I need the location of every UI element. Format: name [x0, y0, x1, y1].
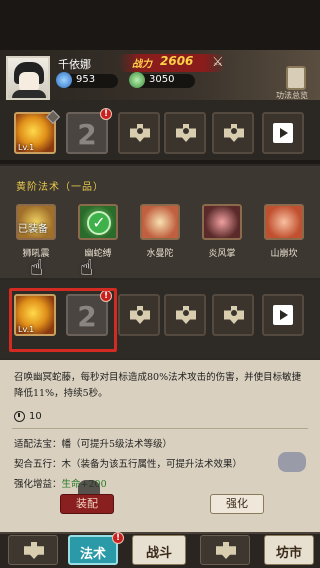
power-value: 2606 — [160, 54, 194, 68]
tutorial-highlight-frame — [9, 288, 117, 352]
bottom-locked-slot-4[interactable] — [164, 294, 206, 336]
slot-2-number: 2 — [77, 118, 97, 151]
combat-power: 战力 2606 — [118, 54, 226, 72]
nav-alert-badge: ! — [112, 532, 124, 544]
locked-slot-3[interactable] — [118, 112, 160, 154]
skill-level: Lv.1 — [18, 143, 35, 152]
locked-slot-4[interactable] — [164, 112, 206, 154]
seal-stamp-icon — [278, 452, 306, 472]
bottom-locked-slot-3[interactable] — [118, 294, 160, 336]
avatar[interactable] — [6, 56, 50, 100]
nav-market-label: 坊市 — [275, 546, 302, 561]
crossed-swords-icon: ⚔ — [212, 55, 224, 70]
nav-tab-battle[interactable]: 战斗 — [132, 535, 186, 565]
video-play-icon-bottom — [273, 305, 293, 325]
avatar-body — [12, 90, 46, 98]
attr-label: 强化增益： — [14, 479, 62, 490]
resource-2-value: 3050 — [149, 74, 175, 85]
bottom-video-slot[interactable] — [262, 294, 304, 336]
alert-badge: ! — [100, 108, 112, 120]
player-name: 千依娜 — [58, 58, 91, 71]
divider — [0, 160, 320, 164]
scroll-book-icon[interactable] — [286, 66, 306, 90]
category-title: 黄阶法术（一品） — [16, 182, 104, 193]
resource-spirit-stone: 953 — [56, 72, 118, 88]
nav-locked-1[interactable] — [8, 535, 58, 565]
nav-locked-2[interactable] — [200, 535, 250, 565]
game-screen: 千依娜 战力 2606 ⚔ 953 3050 功法总览 Lv.1 2 ! 黄阶法… — [0, 0, 320, 568]
spell-name-5: 山崩坎 — [270, 249, 298, 259]
video-slot[interactable] — [262, 112, 304, 154]
attr-label: 契合五行： — [14, 459, 62, 470]
equipped-tag: 已装备 — [18, 224, 48, 235]
jade-icon — [129, 72, 145, 88]
pointing-hand-icon-2: ☝ — [80, 256, 94, 281]
attr-element: 契合五行：木（装备为该五行属性，可提升法术效果） — [14, 456, 242, 470]
nav-tab-spell[interactable]: 法术 — [68, 535, 118, 565]
power-label: 战力 — [132, 59, 152, 70]
spell-name-4: 炎风掌 — [208, 249, 236, 259]
spell-description: 召唤幽冥蛇藤，每秒对目标造成80%法术攻击的伤害，并使目标敏捷降低11%，持续5… — [14, 372, 302, 399]
locked-slot-5[interactable] — [212, 112, 254, 154]
attr-label: 适配法宝： — [14, 439, 62, 450]
video-play-icon — [273, 123, 293, 143]
armory-label[interactable]: 功法总览 — [276, 90, 308, 101]
pointing-hand-icon: ☝ — [30, 256, 44, 281]
enhance-button[interactable]: 强化 — [210, 494, 264, 514]
attr-value: 幡（可提升5级法术等级） — [61, 439, 173, 450]
equip-button[interactable]: 装配 — [60, 494, 114, 514]
resource-1-value: 953 — [76, 74, 96, 85]
bottom-locked-slot-5[interactable] — [212, 294, 254, 336]
spell-icon-5[interactable] — [264, 204, 304, 240]
spell-icon-4[interactable] — [202, 204, 242, 240]
cooldown-value: 10 — [29, 411, 42, 422]
attr-value: 木（装备为该五行属性，可提升法术效果） — [61, 459, 243, 470]
clock-icon — [14, 411, 25, 422]
spirit-stone-icon — [56, 72, 72, 88]
nav-spell-label: 法术 — [79, 547, 106, 562]
check-icon: ✓ — [87, 211, 111, 235]
spell-icon-3[interactable] — [140, 204, 180, 240]
spell-name-3: 水曼陀 — [146, 249, 174, 259]
resource-jade: 3050 — [129, 72, 195, 88]
avatar-face — [19, 72, 39, 92]
nav-tab-market[interactable]: 坊市 — [264, 535, 314, 565]
top-strip — [0, 0, 320, 50]
attr-treasure: 适配法宝：幡（可提升5级法术等级） — [14, 436, 172, 450]
nav-battle-label: 战斗 — [145, 546, 172, 561]
detail-divider — [12, 428, 308, 429]
